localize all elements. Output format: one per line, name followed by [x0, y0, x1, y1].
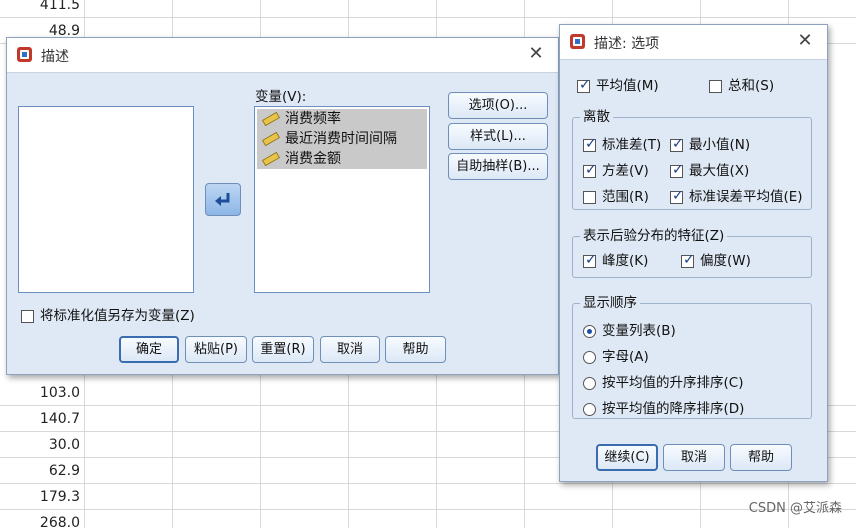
move-variable-button[interactable] — [205, 183, 241, 216]
minimum-label: 最小值(N) — [689, 137, 751, 153]
std-dev-label: 标准差(T) — [602, 137, 662, 153]
spss-app-icon — [570, 34, 585, 49]
variable-name: 消费频率 — [285, 111, 341, 127]
table-row[interactable]: 268.0 — [0, 510, 856, 528]
check-mark-icon: ✓ — [585, 162, 597, 178]
range-checkbox[interactable] — [583, 191, 596, 204]
se-mean-label: 标准误差平均值(E) — [689, 189, 803, 205]
order-descending-means-radio[interactable] — [583, 403, 596, 416]
continue-button[interactable]: 继续(C) — [596, 444, 658, 471]
dialog-title: 描述 — [41, 49, 69, 65]
dispersion-group: 离散 ✓ 标准差(T) ✓ 最小值(N) ✓ 方差(V) ✓ 最大值(X) 范围… — [572, 109, 812, 210]
table-row[interactable]: 179.3 — [0, 484, 856, 510]
cancel-button[interactable]: 取消 — [663, 444, 725, 471]
ruler-scale-icon — [262, 132, 280, 146]
describe-dialog: 描述 ✕ 变量(V): 消费频率 最近消费时间间隔 消费金额 选项(O)... … — [6, 37, 559, 375]
cell-value[interactable]: 140.7 — [0, 406, 80, 432]
close-icon[interactable]: ✕ — [795, 31, 815, 51]
selected-variable-list[interactable]: 消费频率 最近消费时间间隔 消费金额 — [254, 106, 430, 293]
variable-name: 最近消费时间间隔 — [285, 131, 397, 147]
watermark-text: CSDN @艾派森 — [748, 501, 842, 516]
std-dev-checkbox[interactable]: ✓ — [583, 136, 597, 152]
maximum-label: 最大值(X) — [689, 163, 750, 179]
order-ascending-means-radio[interactable] — [583, 377, 596, 390]
order-descending-means-label: 按平均值的降序排序(D) — [602, 401, 745, 417]
save-standardized-label: 将标准化值另存为变量(Z) — [40, 308, 195, 324]
ruler-scale-icon — [262, 152, 280, 166]
check-mark-icon: ✓ — [672, 136, 684, 152]
order-variable-list-radio[interactable] — [583, 325, 596, 338]
range-label: 范围(R) — [602, 189, 649, 205]
paste-button[interactable]: 粘贴(P) — [185, 336, 247, 363]
minimum-checkbox[interactable]: ✓ — [670, 136, 684, 152]
check-mark-icon: ✓ — [672, 162, 684, 178]
group-title: 离散 — [580, 109, 613, 125]
variance-label: 方差(V) — [602, 163, 649, 179]
cell-value[interactable]: 268.0 — [0, 510, 80, 528]
kurtosis-label: 峰度(K) — [602, 253, 649, 269]
order-variable-list-label: 变量列表(B) — [602, 323, 676, 339]
check-mark-icon: ✓ — [683, 252, 695, 268]
reset-button[interactable]: 重置(R) — [252, 336, 314, 363]
cell-value[interactable]: 103.0 — [0, 380, 80, 406]
check-mark-icon: ✓ — [585, 252, 597, 268]
skewness-checkbox[interactable]: ✓ — [681, 252, 695, 268]
options-button[interactable]: 选项(O)... — [448, 92, 548, 119]
help-button[interactable]: 帮助 — [730, 444, 792, 471]
order-alphabetic-radio[interactable] — [583, 351, 596, 364]
cancel-button[interactable]: 取消 — [320, 336, 380, 363]
variable-name: 消费金额 — [285, 151, 341, 167]
dialog-title: 描述: 选项 — [594, 36, 660, 52]
list-item[interactable]: 消费频率 — [257, 109, 427, 129]
title-bar[interactable]: 描述 ✕ — [7, 38, 558, 73]
mean-label: 平均值(M) — [596, 78, 659, 94]
check-mark-icon: ✓ — [585, 136, 597, 152]
kurtosis-checkbox[interactable]: ✓ — [583, 252, 597, 268]
style-button[interactable]: 样式(L)... — [448, 123, 548, 150]
title-bar[interactable]: 描述: 选项 ✕ — [560, 25, 827, 60]
sum-label: 总和(S) — [728, 78, 775, 94]
variables-label: 变量(V): — [255, 89, 307, 105]
source-variable-list[interactable] — [18, 106, 194, 293]
display-order-group: 显示顺序 变量列表(B) 字母(A) 按平均值的升序排序(C) 按平均值的降序排… — [572, 295, 812, 419]
radio-selected-dot — [587, 329, 592, 334]
list-item[interactable]: 最近消费时间间隔 — [257, 129, 427, 149]
check-mark-icon: ✓ — [579, 77, 591, 93]
list-item[interactable]: 消费金额 — [257, 149, 427, 169]
distribution-group: 表示后验分布的特征(Z) ✓ 峰度(K) ✓ 偏度(W) — [572, 228, 812, 278]
mean-checkbox[interactable]: ✓ — [577, 77, 591, 93]
ruler-scale-icon — [262, 112, 280, 126]
group-title: 表示后验分布的特征(Z) — [580, 228, 728, 244]
cell-value[interactable]: 62.9 — [0, 458, 80, 484]
group-title: 显示顺序 — [580, 295, 640, 311]
table-row[interactable]: 411.5 — [0, 0, 856, 18]
se-mean-checkbox[interactable]: ✓ — [670, 188, 684, 204]
help-button[interactable]: 帮助 — [385, 336, 446, 363]
save-standardized-checkbox[interactable] — [21, 310, 34, 323]
maximum-checkbox[interactable]: ✓ — [670, 162, 684, 178]
variance-checkbox[interactable]: ✓ — [583, 162, 597, 178]
check-mark-icon: ✓ — [672, 188, 684, 204]
sum-checkbox[interactable] — [709, 80, 722, 93]
skewness-label: 偏度(W) — [700, 253, 751, 269]
cell-value[interactable]: 30.0 — [0, 432, 80, 458]
order-ascending-means-label: 按平均值的升序排序(C) — [602, 375, 744, 391]
spss-app-icon — [17, 47, 32, 62]
cell-value[interactable]: 179.3 — [0, 484, 80, 510]
close-icon[interactable]: ✕ — [526, 44, 546, 64]
ok-button[interactable]: 确定 — [119, 336, 179, 363]
order-alphabetic-label: 字母(A) — [602, 349, 649, 365]
bootstrap-button[interactable]: 自助抽样(B)... — [448, 153, 548, 180]
cell-value[interactable]: 411.5 — [0, 0, 80, 18]
move-left-arrow-icon — [215, 193, 230, 206]
options-dialog: 描述: 选项 ✕ ✓ 平均值(M) 总和(S) 离散 ✓ 标准差(T) ✓ 最小… — [559, 24, 828, 482]
